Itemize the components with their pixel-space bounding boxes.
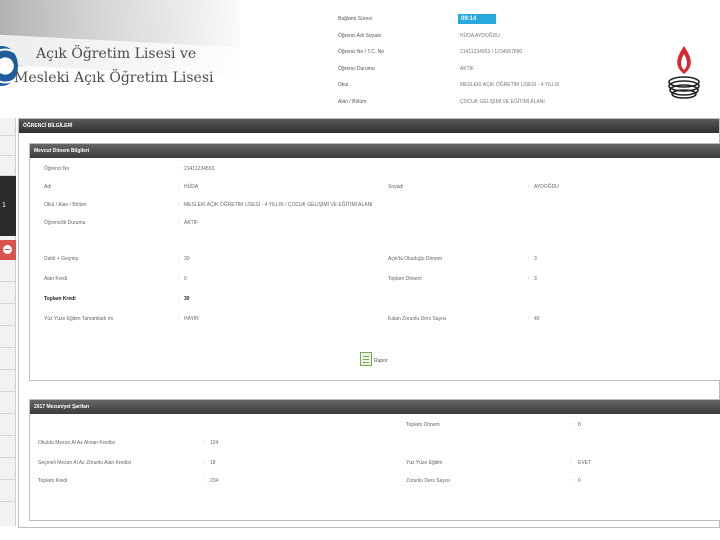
info-label: Alan / Bölüm [338,98,367,105]
info-label: Okul [338,82,349,89]
remaining-value: 40 [534,316,540,322]
sidebar-item[interactable] [0,480,16,502]
left-sidebar[interactable]: 1 [0,118,16,526]
sidebar-item[interactable] [0,414,16,436]
req5-label: Zorunlu Ders Sayısı [406,478,451,484]
sidebar-item[interactable] [0,282,16,304]
req2-value: 18 [210,460,216,466]
grad-state-label: Yüz Yüze Eğitim Tamamladı mı [44,316,114,322]
session-time-badge: 09:14 [458,14,496,24]
status-label: Öğrencilik Durumu [44,220,86,226]
info-value: AKTİF [460,65,475,72]
req3-value: EVET [578,460,592,466]
current-term-section: Mevcut Dönem Bilgileri Öğrenci No : 2141… [29,143,720,381]
sidebar-item[interactable] [0,458,16,480]
sidebar-item[interactable] [0,392,16,414]
info-row-session: Bağlantı Süresi 09:14 [338,14,638,31]
info-value: HÜDA AYDOĞDU [460,32,500,39]
info-value: 21411234553 / 1234567890 [460,49,523,56]
name-value: HÜDA [184,184,199,190]
minus-icon [3,245,12,254]
enrolled-term-value: 3 [534,256,537,262]
student-info-panel: ÖĞRENCİ BİLGİLERİ Mevcut Dönem Bilgileri… [18,118,720,528]
student-no-label: Öğrenci No [44,166,70,172]
surname-value: AYDOĞDU [534,184,559,190]
info-value: MESLEKİ AÇIK ÖĞRETİM LİSESİ - 4 YILLIK [460,82,560,89]
sidebar-item[interactable] [0,370,16,392]
info-label: Öğrenci Adı Soyadı [338,32,382,39]
info-label: Öğrenci Durumu [338,65,375,72]
collapse-button[interactable] [0,240,16,260]
grad-total-term-label: Toplam Dönem [406,422,440,428]
info-label: Öğrenci No / T.C. No [338,49,385,56]
graduation-title: 2017 Mezuniyet Şartları [30,400,720,414]
name-label: Adı [44,184,52,190]
req5-value: 0 [578,478,581,484]
info-row-field: Alan / Bölüm ÇOCUK GELİŞİMİ VE EĞİTİMİ A… [338,97,638,114]
school-title-line2: Mesleki Açık Öğretim Lisesi [14,70,214,86]
report-label: Rapor [374,358,388,364]
student-no-value: 21411234553 [184,166,215,172]
sidebar-item[interactable] [0,304,16,326]
info-value: ÇOCUK GELİŞİMİ VE EĞİTİMİ ALANI [460,98,545,105]
total-term-label: Toplam Dönem [388,276,422,282]
sidebar-item[interactable] [0,118,16,136]
school-value: MESLEKİ AÇIK ÖĞRETİM LİSESİ - 4 YILLIK /… [184,202,373,208]
req1-label: Okulda Mezun Al Az Alınan Kredisi [38,440,115,446]
enrolled-term-label: Açık'ta Okuduğu Dönem [388,256,443,262]
req2-label: Seçmeli Mezun Al Az Zorunlu Alan Kredisi [38,460,131,466]
info-label: Bağlantı Süresi [338,16,372,22]
grad-total-term-value: 8 [578,422,581,428]
sidebar-item[interactable] [0,326,16,348]
req1-value: 124 [210,440,219,446]
school-title-line1: Açık Öğretim Lisesi ve [36,46,197,62]
credits-earned-value: 30 [184,256,190,262]
header: Açık Öğretim Lisesi ve Mesleki Açık Öğre… [0,0,720,116]
graduation-section: 2017 Mezuniyet Şartları Toplam Dönem : 8… [29,399,720,521]
sidebar-item[interactable] [0,260,16,282]
student-info-summary: Bağlantı Süresi 09:14 Öğrenci Adı Soyadı… [338,14,638,114]
total-credit-label: Toplam Kredi [44,296,76,302]
school-title: Açık Öğretim Lisesi ve Mesleki Açık Öğre… [14,42,214,90]
req4-label: Toplam Kredi [38,478,68,484]
taken-credit-value: 0 [184,276,187,282]
school-label: Okul / Alan / Bölüm [44,202,87,208]
sidebar-item[interactable] [0,136,16,156]
info-row-school: Okul MESLEKİ AÇIK ÖĞRETİM LİSESİ - 4 YIL… [338,80,638,97]
meb-logo-icon [668,46,700,99]
sidebar-item-active[interactable]: 1 [0,176,16,236]
report-icon [360,352,372,366]
total-credit-value: 30 [184,296,190,302]
current-term-title: Mevcut Dönem Bilgileri [30,144,720,158]
info-row-status: Öğrenci Durumu AKTİF [338,64,638,81]
taken-credit-label: Alan Kredi [44,276,68,282]
sidebar-item[interactable] [0,348,16,370]
total-term-value: 3 [534,276,537,282]
report-button[interactable]: Rapor [360,350,396,370]
sidebar-item[interactable] [0,436,16,458]
info-row-number: Öğrenci No / T.C. No 21411234553 / 12345… [338,47,638,64]
remaining-label: Kalan Zorunlu Ders Sayısı [388,316,447,322]
main-panel-title: ÖĞRENCİ BİLGİLERİ [19,119,719,133]
status-value: AKTİF [184,220,199,226]
req3-label: Yüz Yüze Eğitim [406,460,443,466]
info-row-name: Öğrenci Adı Soyadı HÜDA AYDOĞDU [338,31,638,48]
surname-label: Soyadı [388,184,404,190]
grad-state-value: HAYIR [184,316,199,322]
sidebar-item[interactable] [0,156,16,176]
req4-value: 234 [210,478,219,484]
credits-earned-label: Dahil + Geçmiş [44,256,79,262]
